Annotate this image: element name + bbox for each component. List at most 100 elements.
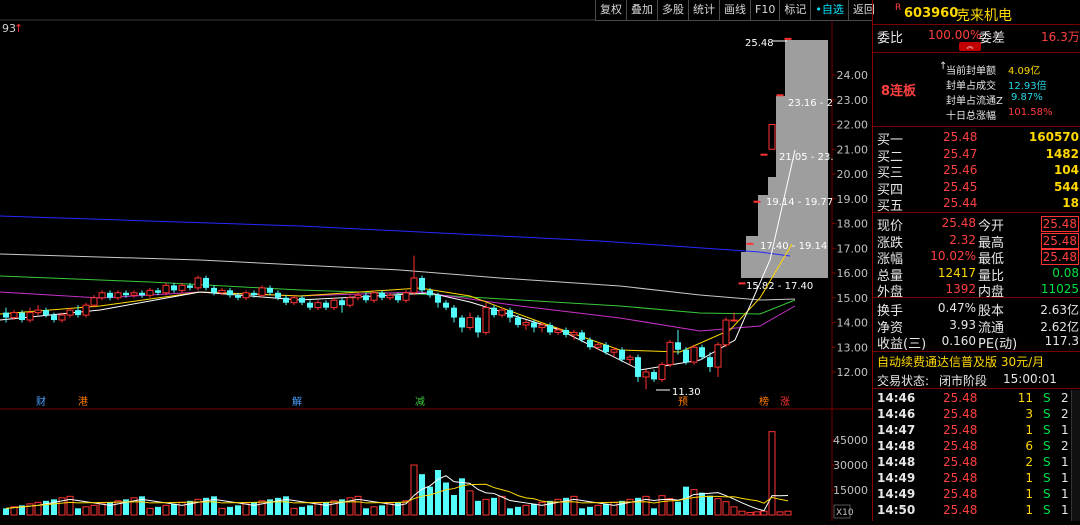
toolbar-multistock-button[interactable]: 多股 <box>657 0 688 20</box>
volume-bar <box>34 501 42 516</box>
toolbar-stats-button[interactable]: 统计 <box>688 0 719 20</box>
volume-bar <box>251 502 257 515</box>
volume-bars <box>3 431 792 516</box>
divider <box>873 388 1080 389</box>
event-marker-3[interactable]: 解 <box>292 395 302 408</box>
volume-bar <box>395 502 401 515</box>
peak-price-label: 25.48 <box>745 38 774 49</box>
tick-volume: 1 <box>1025 471 1033 485</box>
volume-bar <box>3 508 9 515</box>
candle-body <box>194 277 202 289</box>
candle-body <box>235 295 241 298</box>
quote-panel: R 603960 克来机电 委比 100.00% 委差 16.3万 ︽ 8连板 … <box>872 0 1080 521</box>
y-axis-price-label: 16.00 <box>837 267 869 280</box>
toolbar-watchlist-button[interactable]: •自选 <box>810 0 848 20</box>
volume-bar <box>579 508 585 515</box>
tick-count: 2 <box>1061 391 1069 405</box>
volume-bar <box>370 506 378 516</box>
candle-body <box>51 315 57 321</box>
volume-bar <box>427 486 433 515</box>
volume-bar <box>522 504 530 516</box>
toolbar-mark-button[interactable]: 标记 <box>779 0 810 20</box>
candle-body <box>330 299 338 309</box>
event-marker-2[interactable]: 港 <box>78 396 88 408</box>
y-axis-price-label: 13.00 <box>837 341 869 354</box>
candle-body <box>515 317 521 325</box>
tick-count: 1 <box>1061 503 1069 517</box>
tick-price: 25.48 <box>943 407 978 421</box>
event-marker-5[interactable]: 预 <box>678 396 688 408</box>
candle-body <box>443 302 449 308</box>
kline-chart-area[interactable]: 93 ↑ 23.16 - 2 21.05 - 23. 19.14 - 19.77 17… <box>0 0 875 521</box>
tick-bs: S <box>1043 471 1051 485</box>
y-axis-price-label: 17.00 <box>837 242 869 255</box>
bid-volume: 18 <box>1062 196 1079 210</box>
volume-bar <box>363 508 369 515</box>
stat-value: 25.48 <box>1040 216 1079 232</box>
expand-arrow-icon[interactable]: ︽ <box>959 42 981 51</box>
stat-value: 25.48 <box>941 216 976 230</box>
candle-body <box>354 294 362 299</box>
tick-volume: 1 <box>1025 487 1033 501</box>
tick-count: 1 <box>1061 471 1069 485</box>
candle-body <box>714 344 722 368</box>
volume-bar <box>784 510 792 516</box>
volume-bar <box>218 507 226 516</box>
volume-bar <box>178 501 186 516</box>
tick-scrollbar[interactable] <box>1071 390 1080 521</box>
divider <box>873 126 1080 127</box>
candle-body <box>635 357 641 377</box>
y-axis-volume-label: 15000 <box>833 484 868 497</box>
chip-range-label: 21.05 - 23. <box>779 152 834 163</box>
fund-value: 3.93 <box>949 317 976 332</box>
subscription-ad-link[interactable]: 自动续费通达信普及版 30元/月 <box>877 353 1044 370</box>
fund-label: PE(动) <box>978 337 1018 352</box>
candle-body <box>675 342 681 350</box>
event-marker-4[interactable]: 减 <box>415 396 425 408</box>
candle-body <box>395 295 401 301</box>
candle-body <box>768 124 776 150</box>
volume-bar <box>299 506 305 515</box>
chip-range-label: 23.16 - 2 <box>788 98 833 109</box>
candle-body <box>594 344 602 348</box>
stat-value: 10.02% <box>930 249 976 263</box>
kline-chart[interactable]: 93 ↑ 23.16 - 221.05 - 23.19.14 - 19.7717… <box>0 0 872 521</box>
candle-body <box>267 287 273 293</box>
y-axis-price-label: 15.00 <box>837 292 869 305</box>
tick-bs: S <box>1043 455 1051 469</box>
volume-bar <box>776 511 784 516</box>
volume-bar <box>90 504 98 516</box>
toolbar-draw-button[interactable]: 画线 <box>719 0 750 20</box>
event-marker-1[interactable]: 财 <box>36 395 46 408</box>
event-marker-6[interactable]: 榜 <box>759 395 769 408</box>
candle-body <box>570 331 578 336</box>
volume-bar <box>171 503 177 515</box>
r-badge: R <box>895 3 902 13</box>
y-axis-price-label: 24.00 <box>837 69 869 82</box>
candlestick-series <box>3 37 792 390</box>
volume-bar <box>323 502 329 515</box>
y-axis-price-label: 12.00 <box>837 366 869 379</box>
bid-price: 25.48 <box>943 130 978 144</box>
toolbar-overlay-button[interactable]: 叠加 <box>626 0 657 20</box>
toolbar-fuquan-button[interactable]: 复权 <box>595 0 626 20</box>
volume-bar <box>507 508 513 515</box>
volume-bar <box>466 490 474 516</box>
tick-volume: 3 <box>1025 407 1033 421</box>
candle-body <box>187 285 193 288</box>
seal-vs-float-value: 9.87% <box>1011 92 1043 103</box>
event-marker-7[interactable]: 涨 <box>780 396 790 408</box>
candle-body <box>275 292 281 298</box>
toolbar-f10-button[interactable]: F10 <box>750 0 779 20</box>
candle-body <box>107 292 113 298</box>
volume-bar <box>491 497 497 515</box>
trade-status-value: 闭市阶段 <box>939 374 988 388</box>
volume-bar <box>515 506 521 515</box>
chip-range-label: 17.40 - 19.14 <box>760 241 827 252</box>
candle-body <box>339 300 345 306</box>
tick-bs: S <box>1043 407 1051 421</box>
tick-bs: S <box>1043 391 1051 405</box>
bid-volume: 160570 <box>1028 130 1079 144</box>
volume-bar <box>314 503 322 516</box>
candle-body <box>211 287 217 293</box>
